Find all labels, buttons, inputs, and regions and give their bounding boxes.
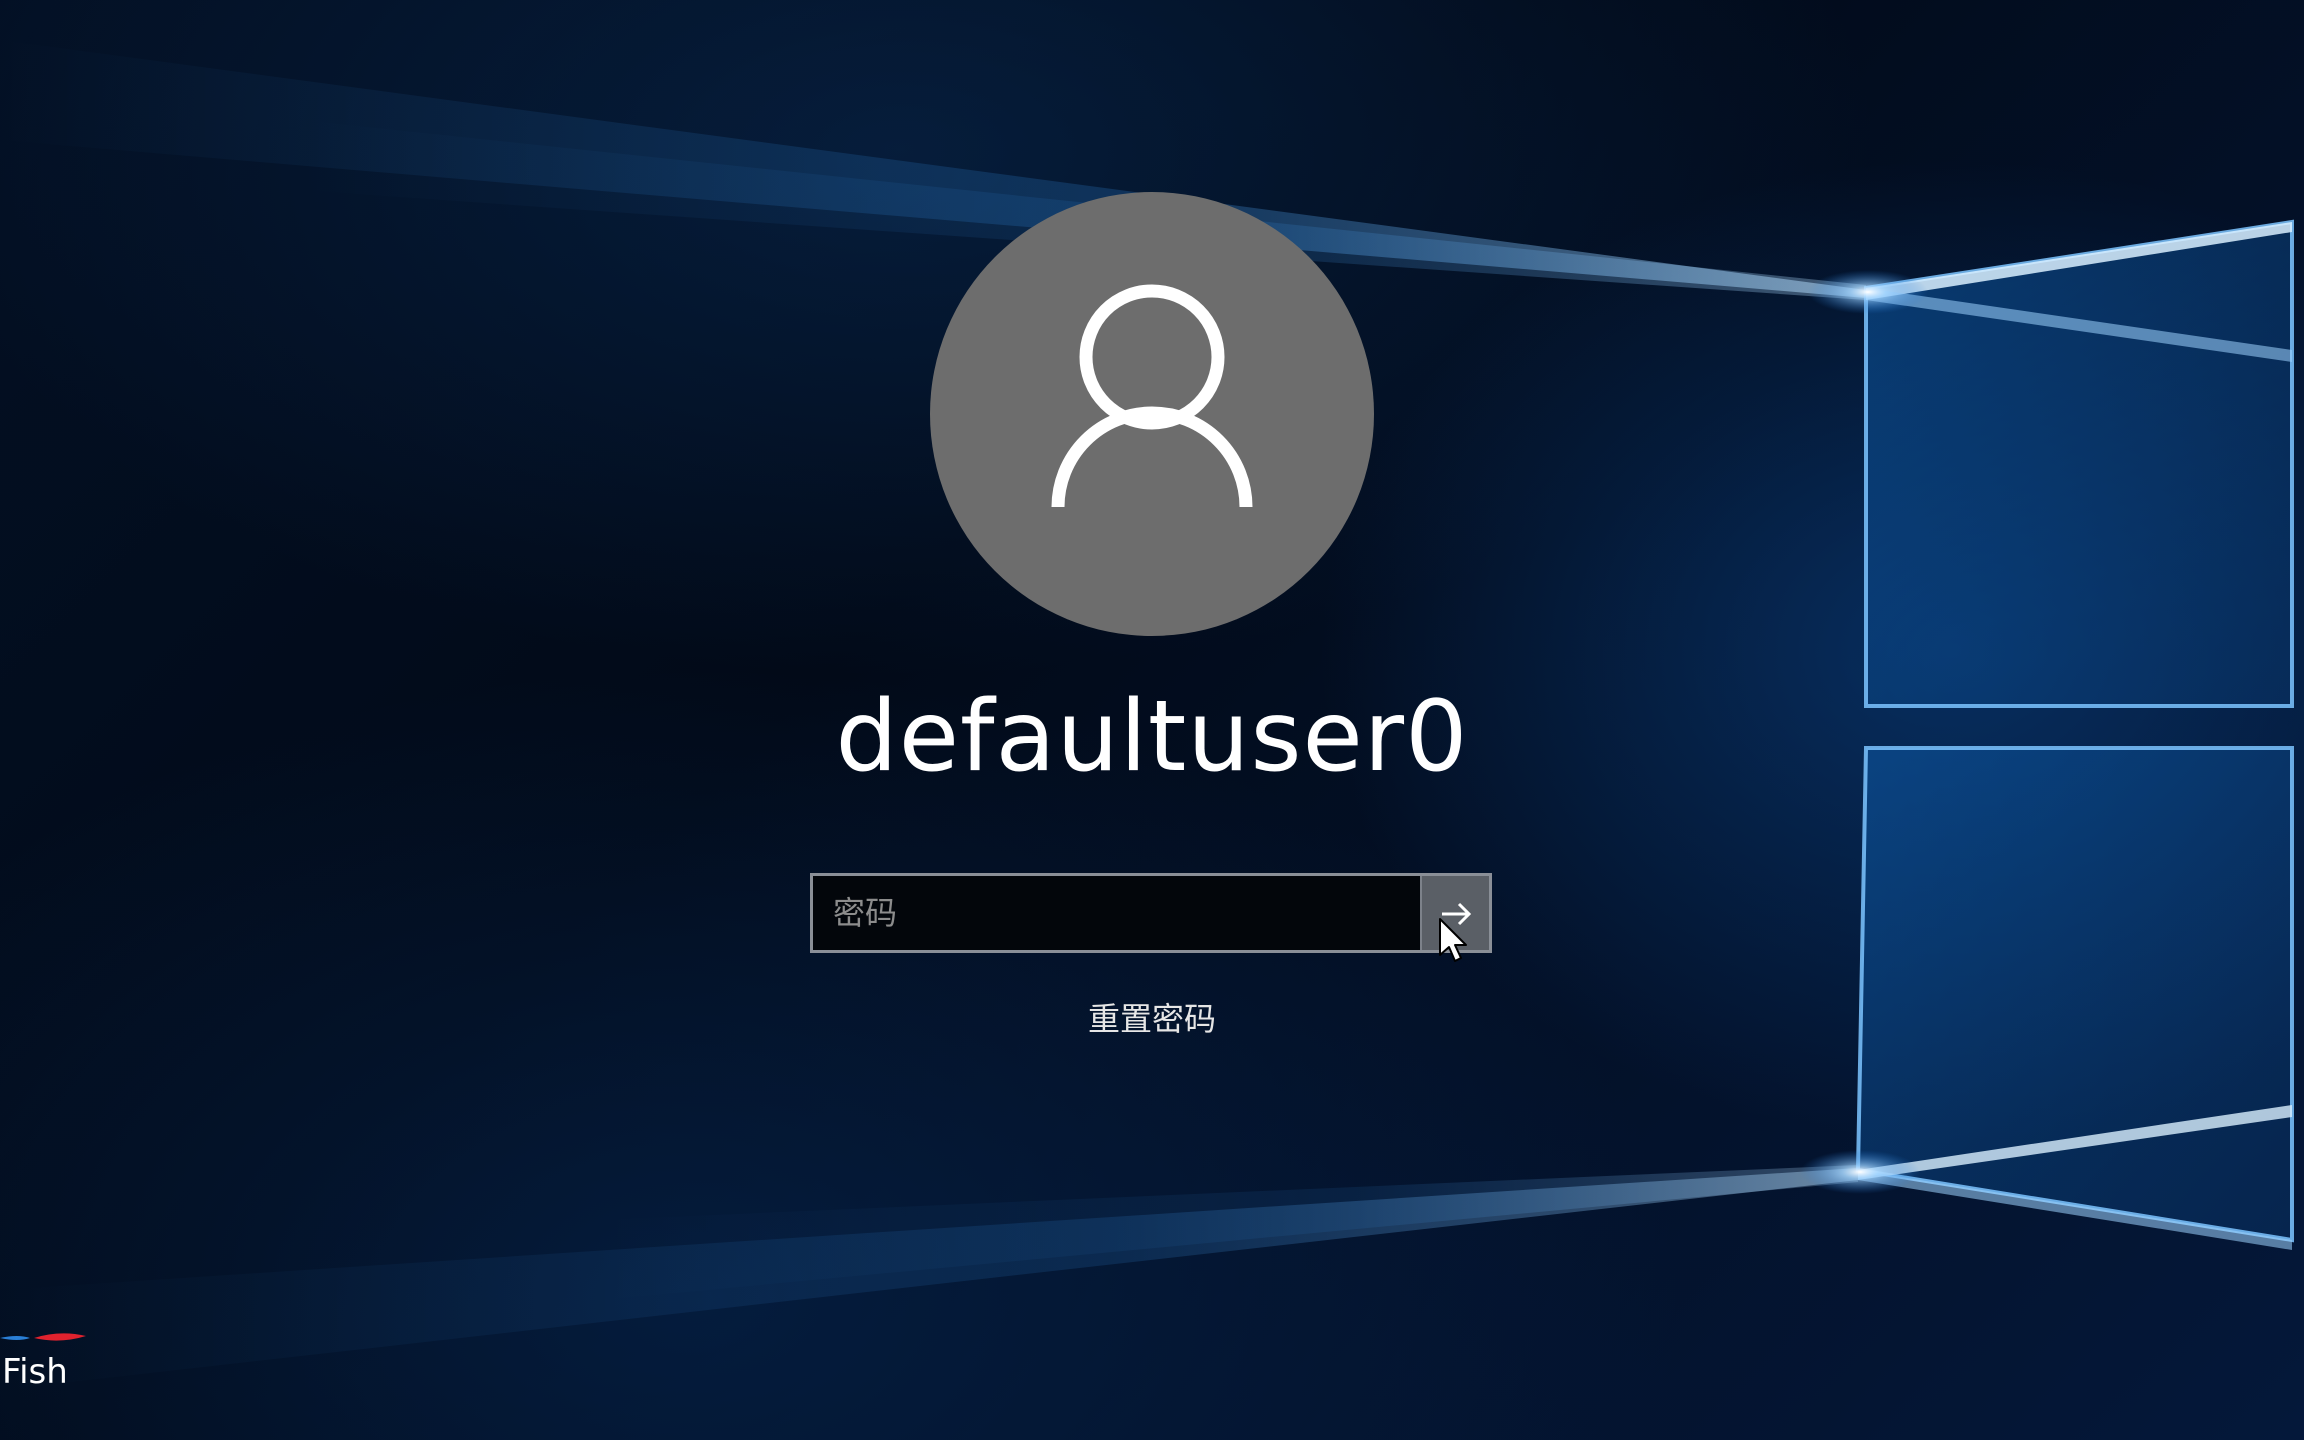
user-avatar-icon <box>930 192 1374 636</box>
password-input[interactable] <box>813 876 1420 950</box>
watermark-text: Fish <box>2 1352 68 1392</box>
account-username: defaultuser0 <box>835 680 1469 794</box>
fish-logo-icon <box>0 1333 86 1341</box>
login-panel: defaultuser0 重置密码 <box>0 0 2304 1440</box>
password-field-container <box>810 873 1492 953</box>
fish-watermark: Fish <box>0 1330 100 1400</box>
reset-password-link[interactable]: 重置密码 <box>952 994 1352 1040</box>
lock-screen: defaultuser0 重置密码 Fish <box>0 0 2304 1440</box>
mouse-pointer-icon <box>1439 918 1467 962</box>
